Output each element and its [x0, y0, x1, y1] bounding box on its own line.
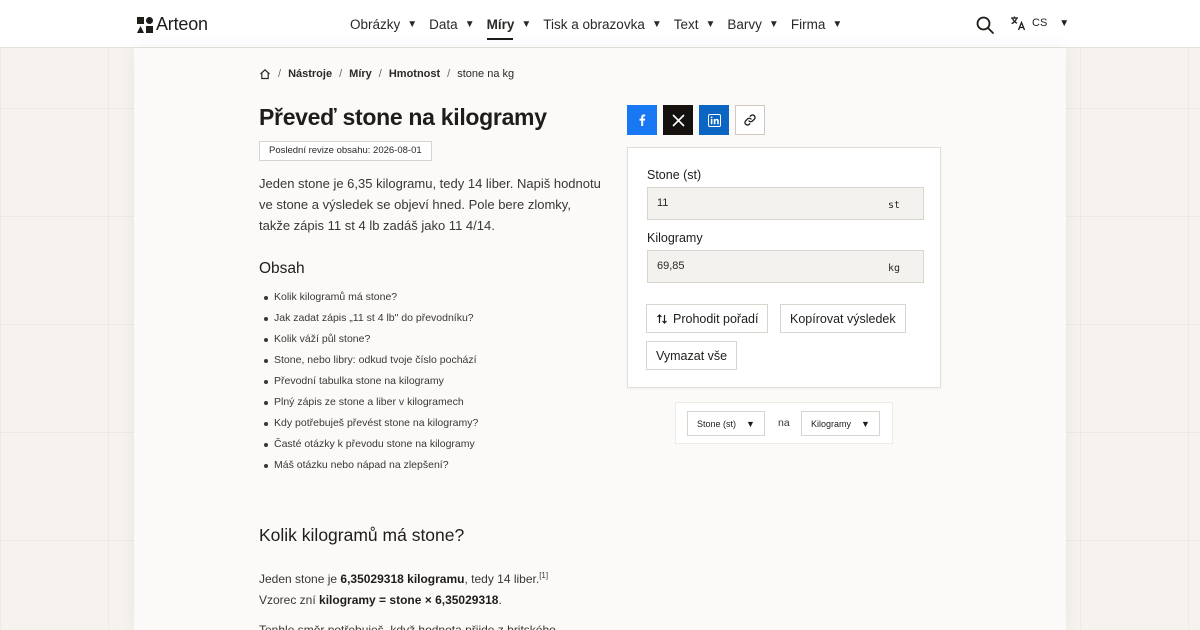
toc-link[interactable]: Kolik váží půl stone?: [264, 329, 614, 350]
toc-link[interactable]: Kdy potřebuješ převést stone na kilogram…: [264, 413, 614, 434]
nav-label: Míry: [486, 16, 515, 32]
copy-result-label: Kopírovat výsledek: [790, 311, 896, 326]
toc-link[interactable]: Plný zápis ze stone a liber v kilogramec…: [264, 392, 614, 413]
facebook-share-button[interactable]: [627, 105, 657, 135]
intro-paragraph: Jeden stone je 6,35 kilogramu, tedy 14 l…: [259, 176, 601, 233]
stone-input-field: st: [647, 187, 924, 220]
top-navigation-bar: Arteon Obrázky ▼ Data ▼ Míry ▼ Tisk a ob…: [0, 0, 1200, 48]
nav-label: Firma: [790, 16, 826, 32]
section-paragraph: Jeden stone je 6,35029318 kilogramu, ted…: [259, 565, 619, 611]
unit-separator: na: [778, 417, 790, 429]
breadcrumb-separator: /: [339, 68, 343, 80]
caret-down-icon: ▼: [861, 418, 870, 429]
copy-link-button[interactable]: [735, 105, 765, 135]
nav-label: Barvy: [727, 16, 762, 32]
caret-down-icon: ▼: [832, 18, 843, 30]
breadcrumb-separator: /: [278, 68, 282, 80]
nav-item-tisk-a-obrazovka[interactable]: Tisk a obrazovka ▼: [543, 17, 661, 32]
to-unit-value: Kilogramy: [811, 418, 852, 429]
share-buttons: [627, 105, 765, 135]
to-field-label: Kilogramy: [647, 231, 703, 245]
toc-link[interactable]: Kolik kilogramů má stone?: [264, 287, 614, 308]
toc-link[interactable]: Máš otázku nebo nápad na zlepšení?: [264, 455, 614, 476]
caret-down-icon: ▼: [1059, 17, 1070, 29]
caret-down-icon: ▼: [651, 18, 662, 30]
logo[interactable]: Arteon: [137, 14, 208, 35]
kilogram-unit: kg: [887, 263, 900, 274]
copy-result-button[interactable]: Kopírovat výsledek: [780, 304, 906, 333]
text-run: , tedy 14 liber.: [464, 572, 540, 586]
facebook-icon: [639, 114, 646, 126]
section-heading: Kolik kilogramů má stone?: [259, 525, 465, 545]
x-share-button[interactable]: [663, 105, 693, 135]
section-paragraph-partial: Tenhle směr potřebuješ, když hodnota při…: [259, 623, 556, 630]
logo-mark-icon: [137, 16, 153, 33]
nav-label: Obrázky: [350, 16, 401, 32]
main-nav: Obrázky ▼ Data ▼ Míry ▼ Tisk a obrazovka…: [350, 0, 854, 48]
caret-down-icon: ▼: [746, 418, 755, 429]
nav-label: Data: [429, 16, 458, 32]
caret-down-icon: ▼: [407, 18, 418, 30]
page-title: Převeď stone na kilogramy: [259, 104, 547, 130]
nav-label: Text: [673, 16, 699, 32]
from-field-label: Stone (st): [647, 168, 702, 182]
stone-unit: st: [887, 200, 900, 211]
main-content: / Nástroje / Míry / Hmotnost / stone na …: [134, 48, 1066, 630]
nav-label: Tisk a obrazovka: [543, 16, 645, 32]
caret-down-icon: ▼: [464, 18, 475, 30]
search-icon[interactable]: [975, 15, 995, 35]
table-of-contents: Kolik kilogramů má stone? Jak zadat zápi…: [264, 287, 614, 476]
swap-arrows-icon: [657, 313, 667, 324]
language-code: CS: [1032, 17, 1048, 29]
converter-panel: Stone (st) st Kilogramy kg Prohodit pořa…: [627, 147, 941, 388]
toc-link[interactable]: Časté otázky k převodu stone na kilogram…: [264, 434, 614, 455]
caret-down-icon: ▼: [705, 18, 716, 30]
swap-button[interactable]: Prohodit pořadí: [646, 304, 769, 333]
logo-text: Arteon: [156, 14, 208, 34]
link-icon: [744, 114, 756, 126]
from-unit-select[interactable]: Stone (st) ▼: [687, 411, 765, 436]
nav-item-text[interactable]: Text ▼: [674, 17, 716, 32]
text-run: Jeden stone je: [259, 572, 341, 586]
breadcrumb-link[interactable]: Hmotnost: [389, 68, 440, 80]
nav-item-obrazky[interactable]: Obrázky ▼: [350, 17, 417, 32]
x-icon: [671, 113, 685, 127]
breadcrumb-separator: /: [378, 68, 382, 80]
nav-item-data[interactable]: Data ▼: [429, 17, 474, 32]
nav-item-barvy[interactable]: Barvy ▼: [727, 17, 778, 32]
linkedin-icon: [707, 113, 721, 127]
caret-down-icon: ▼: [521, 18, 532, 30]
swap-button-label: Prohodit pořadí: [673, 311, 759, 326]
from-unit-value: Stone (st): [697, 418, 737, 429]
nav-item-firma[interactable]: Firma ▼: [791, 17, 842, 32]
language-switcher[interactable]: CS ▼: [1010, 15, 1069, 31]
bold-text: kilogramy = stone × 6,35029318: [319, 593, 499, 607]
toc-link[interactable]: Stone, nebo libry: odkud tvoje číslo poc…: [264, 350, 614, 371]
breadcrumb-current: stone na kg: [457, 68, 515, 80]
text-run: .: [498, 593, 502, 607]
clear-all-button[interactable]: Vymazat vše: [646, 341, 738, 370]
unit-selector-bar: Stone (st) ▼ na Kilogramy ▼: [675, 402, 893, 444]
breadcrumb-separator: /: [447, 68, 451, 80]
breadcrumb-link[interactable]: Nástroje: [288, 68, 332, 80]
revision-badge: Poslední revize obsahu: 2026-08-01: [259, 141, 432, 161]
translate-icon: [1011, 16, 1026, 31]
stone-input[interactable]: [648, 188, 923, 219]
caret-down-icon: ▼: [768, 18, 779, 30]
linkedin-share-button[interactable]: [699, 105, 729, 135]
text-run: Vzorec zní: [259, 593, 320, 607]
home-icon[interactable]: [259, 68, 271, 80]
kilogram-input-field: kg: [647, 250, 924, 283]
toc-link[interactable]: Jak zadat zápis „11 st 4 lb" do převodní…: [264, 308, 614, 329]
toc-heading: Obsah: [259, 260, 305, 277]
kilogram-input[interactable]: [648, 251, 923, 282]
breadcrumb: / Nástroje / Míry / Hmotnost / stone na …: [259, 68, 514, 80]
footnote-ref[interactable]: [1]: [539, 571, 548, 580]
toc-link[interactable]: Převodní tabulka stone na kilogramy: [264, 371, 614, 392]
to-unit-select[interactable]: Kilogramy ▼: [801, 411, 880, 436]
breadcrumb-link[interactable]: Míry: [349, 68, 372, 80]
nav-item-miry[interactable]: Míry ▼: [486, 16, 532, 40]
clear-all-label: Vymazat vše: [656, 348, 728, 363]
bold-text: 6,35029318 kilogramu: [340, 572, 465, 586]
